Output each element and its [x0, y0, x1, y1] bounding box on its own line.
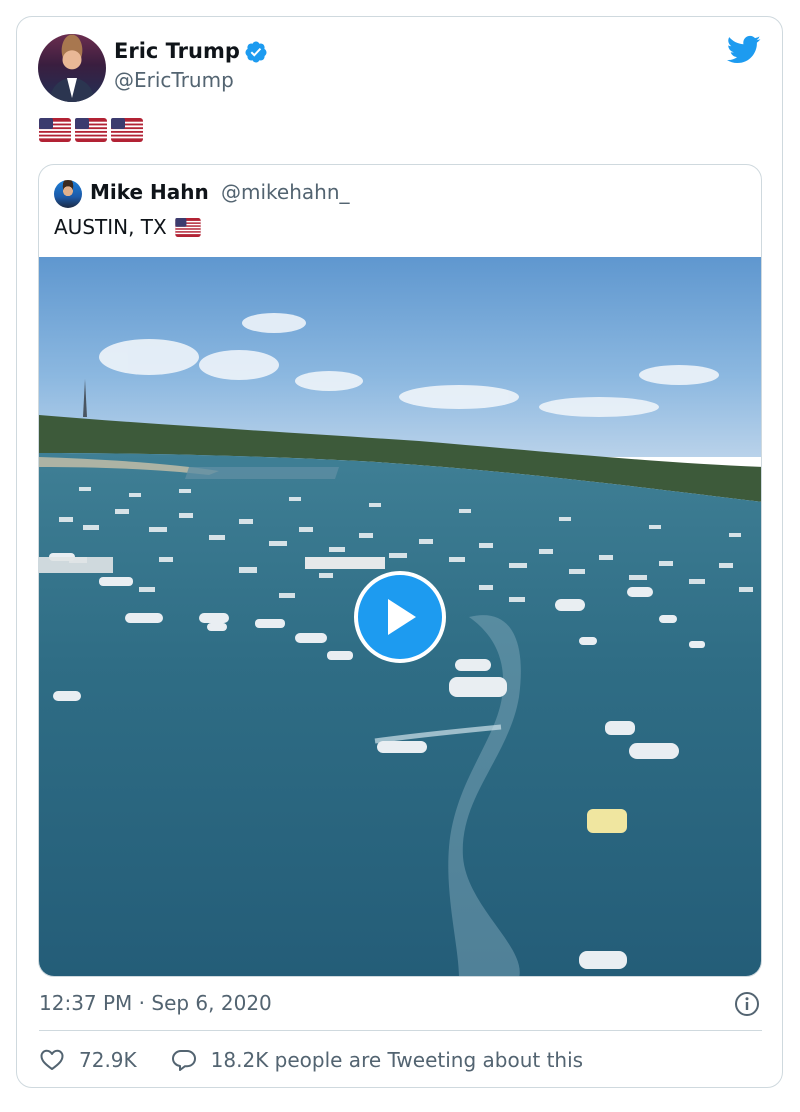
reply-bubble-icon[interactable]: [171, 1047, 197, 1073]
play-button[interactable]: [354, 571, 446, 663]
play-icon: [388, 599, 416, 635]
quoted-tweet[interactable]: Mike Hahn @mikehahn_ AUSTIN, TX: [38, 164, 762, 977]
flag-us-icon: [39, 118, 71, 142]
quoted-author-handle[interactable]: @mikehahn_: [221, 180, 350, 204]
twitter-bird-icon[interactable]: [727, 35, 761, 65]
tweet-body: [39, 118, 143, 142]
tweet-timestamp[interactable]: 12:37 PM · Sep 6, 2020: [39, 991, 272, 1015]
divider: [39, 1030, 762, 1031]
author-handle[interactable]: @EricTrump: [114, 68, 234, 92]
info-icon[interactable]: [734, 991, 760, 1017]
flag-us-icon: [75, 118, 107, 142]
verified-badge-icon: [245, 41, 267, 63]
heart-icon[interactable]: [39, 1047, 65, 1073]
tweeting-about-link[interactable]: 18.2K people are Tweeting about this: [211, 1048, 583, 1072]
video-thumbnail[interactable]: [39, 257, 761, 976]
quoted-author-name[interactable]: Mike Hahn: [90, 180, 209, 204]
like-count[interactable]: 72.9K: [79, 1048, 137, 1072]
quoted-tweet-text-label: AUSTIN, TX: [54, 215, 167, 239]
quoted-author-avatar[interactable]: [54, 180, 82, 208]
author-display-name[interactable]: Eric Trump: [114, 39, 240, 63]
author-avatar[interactable]: [38, 34, 106, 102]
flag-us-icon: [111, 118, 143, 142]
flag-us-icon: [175, 217, 201, 237]
tweet-card[interactable]: Eric Trump @EricTrump Mike Hahn @mikehah…: [16, 16, 783, 1088]
engagement-bar: 72.9K 18.2K people are Tweeting about th…: [39, 1047, 583, 1073]
quoted-tweet-text: AUSTIN, TX: [54, 215, 201, 239]
